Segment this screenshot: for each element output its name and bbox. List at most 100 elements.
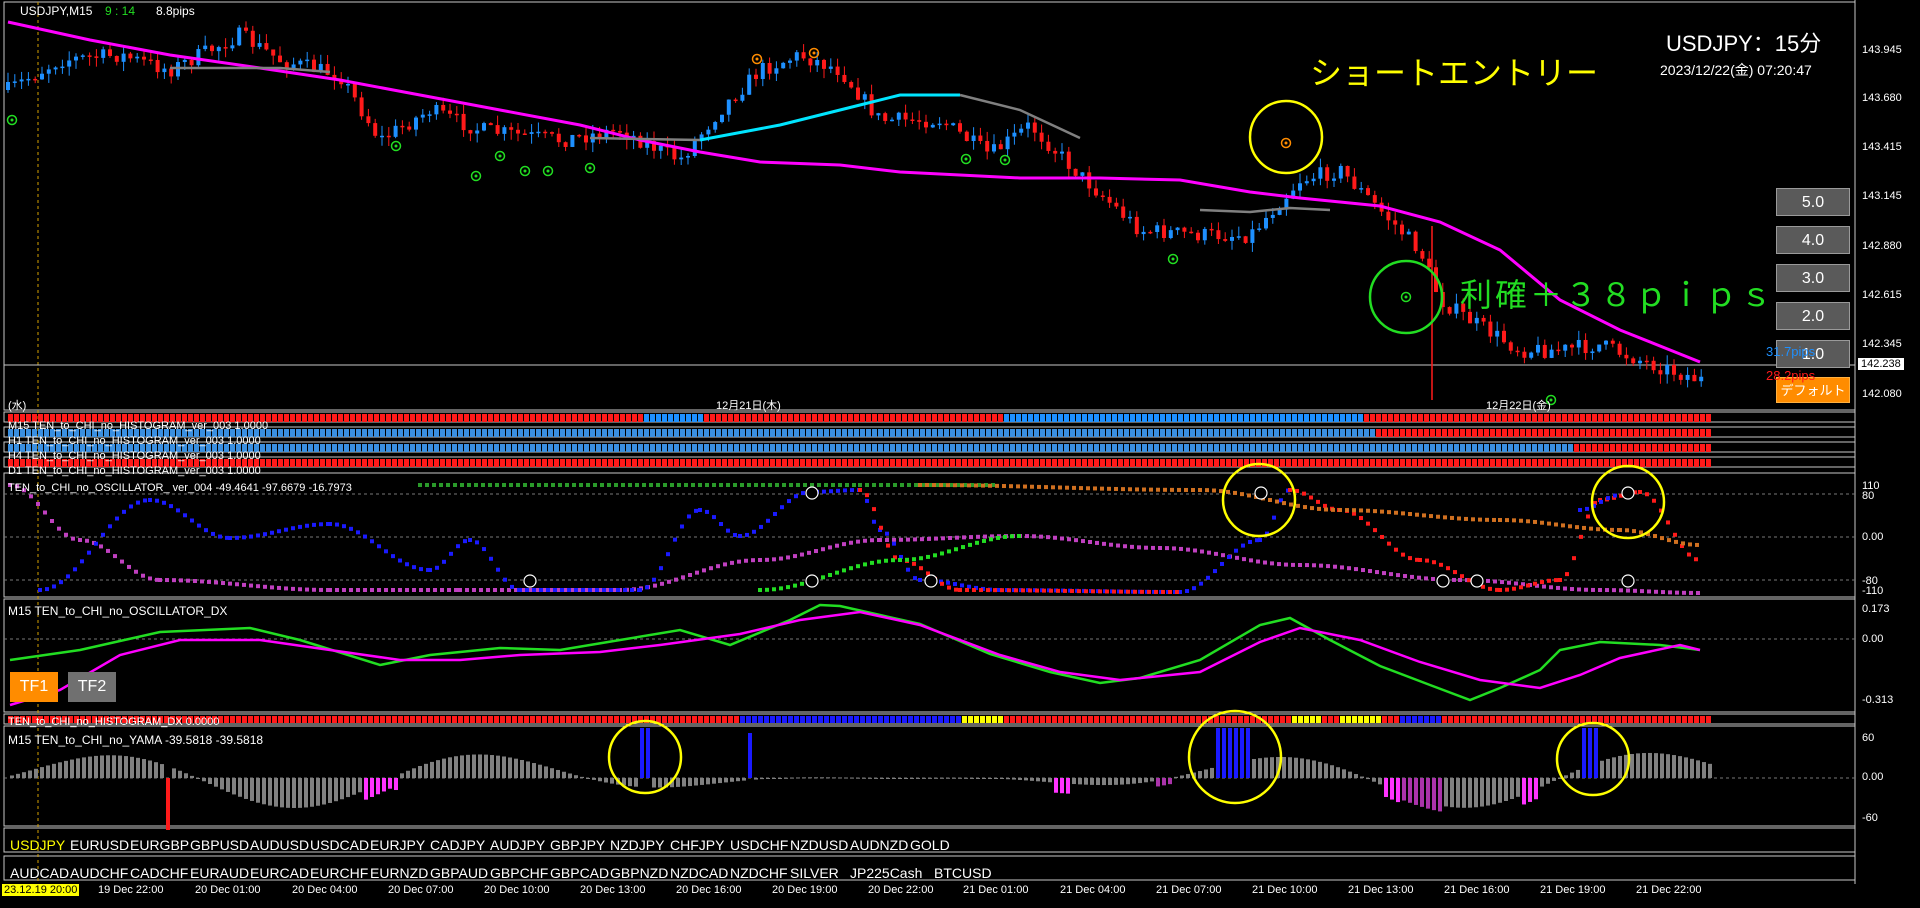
oscillator-fast-dot [94,541,98,546]
histogram-cell [698,459,703,467]
histogram-cell [926,429,931,437]
histogram-cell [1208,414,1213,422]
symbol-link-eurcad[interactable]: EURCAD [250,865,309,881]
symbol-link-audusd[interactable]: AUDUSD [250,837,309,853]
yama-bar [532,763,536,778]
histogram-cell [860,444,865,452]
histogram-cell [644,444,649,452]
candle-body [1162,225,1166,238]
scale-button-4[interactable]: 4.0 [1776,226,1850,254]
oscillator-slow-dot [1675,590,1679,595]
oscillator-slow-dot [1340,565,1344,570]
symbol-link-eurnzd[interactable]: EURNZD [370,865,428,881]
histogram-cell [638,414,643,422]
candle-body [1325,167,1330,181]
yama-bar [1612,757,1616,778]
scale-button-5[interactable]: 5.0 [1776,188,1850,216]
histogram-cell [1364,429,1369,437]
symbol-link-gbpjpy[interactable]: GBPJPY [550,837,605,853]
oscillator-fast-dot [475,540,479,545]
symbol-link-eurjpy[interactable]: EURJPY [370,837,425,853]
symbol-link-chfjpy[interactable]: CHFJPY [670,837,724,853]
symbol-link-eurusd[interactable]: EURUSD [70,837,129,853]
symbol-link-nzdjpy[interactable]: NZDJPY [610,837,664,853]
histogram-dx-cell [992,716,997,723]
yama-bar [1504,778,1508,801]
oscillator-slow-dot [814,549,818,554]
oscillator-mid-dot [772,587,776,592]
candle-body [468,130,473,134]
scale-button-2[interactable]: 2.0 [1776,302,1850,330]
oscillator-fast-dot [263,532,267,537]
symbol-link-gold[interactable]: GOLD [910,837,950,853]
symbol-link-euraud[interactable]: EURAUD [190,865,249,881]
histogram-cell [1118,414,1123,422]
histogram-cell [482,414,487,422]
symbol-link-gbpaud[interactable]: GBPAUD [430,865,488,881]
histogram-cell [1436,414,1441,422]
symbol-link-eurchf[interactable]: EURCHF [310,865,368,881]
symbol-link-silver[interactable]: SILVER [790,865,839,881]
histogram-cell [770,414,775,422]
oscillator-slow-dot [709,566,713,571]
symbol-link-audchf[interactable]: AUDCHF [70,865,128,881]
histogram-dx-cell [824,716,829,723]
histogram-cell [260,459,265,467]
oscillator-mid-dot [982,538,986,543]
symbol-link-usdjpy[interactable]: USDJPY [10,837,65,853]
histogram-cell [554,444,559,452]
histogram-cell [1574,429,1579,437]
oscillator-fast-dot [1035,588,1039,593]
oscillator-fast-dot [780,505,784,510]
histogram-cell [1016,459,1021,467]
oscillator-slow-dot [479,588,483,592]
symbol-link-audcad[interactable]: AUDCAD [10,865,69,881]
oscillator-orange-dot [1667,538,1671,543]
symbol-link-btcusd[interactable]: BTCUSD [934,865,992,881]
histogram-cell [344,444,349,452]
histogram-cell [824,429,829,437]
oscillator-fast-dot [1446,566,1450,571]
symbol-link-nzdcad[interactable]: NZDCAD [670,865,728,881]
candle-body [1393,220,1398,225]
histogram-cell [1172,414,1177,422]
candle-body [1495,330,1500,337]
symbol-link-cadjpy[interactable]: CADJPY [430,837,485,853]
symbol-link-cadchf[interactable]: CADCHF [130,865,188,881]
oscillator-slow-dot [1682,590,1686,595]
histogram-dx-cell [1466,716,1471,723]
tf1-button[interactable]: TF1 [10,672,58,702]
scale-button-3[interactable]: 3.0 [1776,264,1850,292]
symbol-link-nzdchf[interactable]: NZDCHF [730,865,788,881]
symbol-link-gbpusd[interactable]: GBPUSD [190,837,249,853]
buy-signal-dot [10,118,14,122]
symbol-link-usdcad[interactable]: USDCAD [310,837,369,853]
symbol-link-eurgbp[interactable]: EURGBP [130,837,189,853]
symbol-link-gbpnzd[interactable]: GBPNZD [610,865,668,881]
histogram-dx-cell [428,716,433,723]
oscillator-slow-dot [969,535,973,540]
chart-canvas[interactable] [0,0,1920,908]
candle-body [1141,231,1146,235]
oscillator-orange-dot [988,483,992,488]
yama-bar [178,770,182,778]
tf2-button[interactable]: TF2 [68,672,116,702]
histogram-cell [938,429,943,437]
candle-body [1474,317,1479,324]
oscillator-slow-dot [134,569,138,574]
oscillator-orange-dot [1492,517,1496,522]
symbol-link-nzdusd[interactable]: NZDUSD [790,837,848,853]
symbol-link-usdchf[interactable]: USDCHF [730,837,788,853]
candle-body [944,123,949,126]
candle-body [414,117,418,130]
symbol-link-gbpchf[interactable]: GBPCHF [490,865,548,881]
histogram-cell [794,444,799,452]
symbol-link-gbpcad[interactable]: GBPCAD [550,865,609,881]
oscillator-fast-dot [1316,499,1320,504]
symbol-link-jp225cash[interactable]: JP225Cash [850,865,922,881]
yama-bar [1294,757,1298,778]
symbol-link-audjpy[interactable]: AUDJPY [490,837,545,853]
histogram-cell [470,444,475,452]
histogram-cell [698,444,703,452]
symbol-link-audnzd[interactable]: AUDNZD [850,837,908,853]
